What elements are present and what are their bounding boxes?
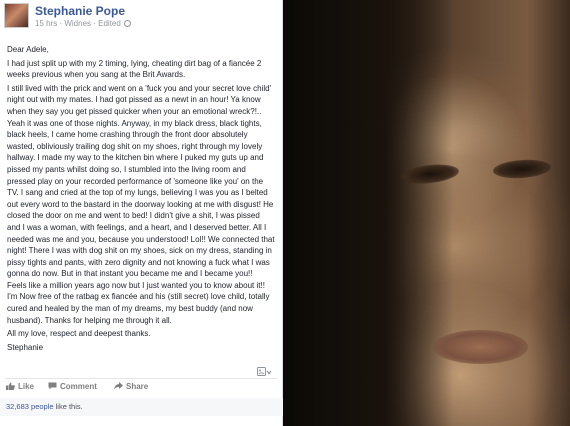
post-text-line: Yeah it was one of those nights. Anyway,… — [7, 118, 262, 128]
post-text-line: All my love, respect and deepest thanks. — [7, 329, 151, 339]
post-text-line: black heels, I came home crashing throug… — [7, 130, 248, 140]
post-meta-text[interactable]: 15 hrs · Widnes · Edited — [35, 19, 121, 28]
post-text-line: Stephanie — [7, 342, 44, 352]
post-text-line: pissy tights and pants, with zero dignit… — [7, 257, 270, 267]
post-text-line: gonna do now. But in that instant you be… — [7, 269, 253, 279]
post-text-line: closed the door on me and went to bed! I… — [7, 211, 260, 221]
likes-summary: 32,683 people like this. — [0, 398, 283, 416]
post-text-line: needed was me and you, because you under… — [7, 234, 275, 244]
like-button[interactable]: Like — [6, 381, 34, 393]
post-text-line: out every word to the bastard in the doo… — [7, 199, 274, 209]
photo-eye-right — [492, 157, 552, 181]
like-label: Like — [18, 382, 35, 391]
comment-button[interactable]: Comment — [48, 381, 97, 393]
post-text-line: night! There I was with dog shit on my s… — [7, 246, 272, 256]
post-text-line: I had just split up with my 2 timing, ly… — [7, 58, 262, 68]
post-header: Stephanie Pope 15 hrs · Widnes · Edited — [4, 3, 274, 39]
post-text-line: Feels like a million years ago now but I… — [7, 280, 265, 290]
avatar[interactable] — [4, 3, 29, 28]
post-paragraph: All my love, respect and deepest thanks. — [7, 328, 277, 340]
thumbs-up-icon — [6, 382, 15, 390]
post-text-line: pressed play on your recorded performanc… — [7, 176, 264, 186]
share-label: Share — [126, 382, 149, 391]
post-text-line: I'm Now free of the ratbag ex fiancée an… — [7, 292, 270, 302]
post-text-line: husband). Thanks for helping me through … — [7, 315, 172, 325]
post-text-line: night out with my mates. I had got pisse… — [7, 95, 261, 105]
portrait-photo — [283, 0, 570, 426]
post-text-line: hallway. I made my way to the kitchen bi… — [7, 153, 264, 163]
post-paragraph: I had just split up with my 2 timing, ly… — [7, 58, 277, 81]
post-body: Dear Adele, I had just split up with my 2… — [7, 44, 277, 355]
post-paragraph: Dear Adele, — [7, 44, 277, 56]
post-text-line: Dear Adele, — [7, 45, 49, 54]
comment-label: Comment — [60, 382, 97, 391]
share-button[interactable]: Share — [114, 381, 148, 393]
likes-suffix: like this. — [53, 402, 83, 411]
post-text-line: TV. I sang and cried at the top of my lu… — [7, 188, 268, 198]
likes-count-link[interactable]: 32,683 people — [6, 402, 54, 411]
author-name[interactable]: Stephanie Pope — [35, 4, 125, 18]
photo-lips — [433, 330, 528, 364]
post-text-line: cured and healed by the man of my dreams… — [7, 304, 253, 314]
post-paragraph: Stephanie — [7, 342, 277, 354]
post-text-line: when they say you get pissed quicker whe… — [7, 106, 262, 116]
post-text-line: weeks previous when you sang at the Brit… — [7, 70, 186, 80]
post-text-line: I still lived with the prick and went on… — [7, 83, 272, 93]
divider — [5, 378, 277, 379]
photo-hair-shadow — [283, 0, 453, 426]
post-text-line: and I was a woman, with feelings, and a … — [7, 222, 267, 232]
chevron-down-icon[interactable] — [257, 367, 272, 377]
share-icon — [114, 382, 123, 390]
post-text-line: wasted, obliviously trailing dog shit on… — [7, 141, 263, 151]
likes-text: 32,683 people like this. — [6, 402, 83, 411]
post-meta: 15 hrs · Widnes · Edited — [35, 19, 132, 28]
post-paragraph: I still lived with the prick and went on… — [7, 83, 277, 326]
comment-icon — [48, 382, 57, 390]
post-text-line: pissed my pants whilst doing so, I stumb… — [7, 164, 246, 174]
facebook-post: Stephanie Pope 15 hrs · Widnes · Edited … — [0, 0, 283, 426]
globe-icon — [124, 20, 132, 27]
post-actions: Like Comment Share — [6, 381, 276, 395]
